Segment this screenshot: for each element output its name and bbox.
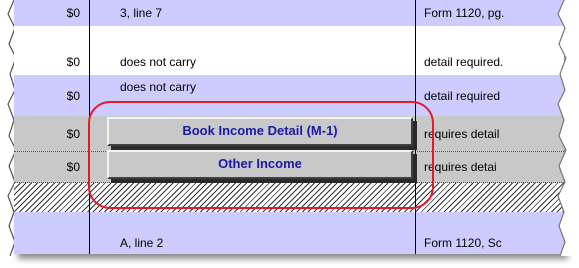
reference-cell: requires detail [424,127,500,141]
callout-highlight [88,101,434,209]
reference-cell: detail required. [424,55,504,69]
reference-cell: detail required [424,89,501,103]
row-spacer [14,26,564,49]
description-cell: A, line 2 [120,236,164,250]
description-cell: does not carry [120,55,197,69]
table-row[interactable]: $0 does not carry detail required. [14,49,564,75]
description-cell: does not carry [120,80,197,94]
amount-cell: $0 [66,89,80,103]
torn-edge-right [557,0,579,256]
reference-cell: Form 1120, Sc [424,236,502,250]
amount-cell: $0 [66,6,80,20]
amount-cell: $0 [66,160,80,174]
amount-cell: $0 [66,55,80,69]
table-row[interactable]: A, line 2 Form 1120, Sc [14,212,564,254]
amount-cell: $0 [66,127,80,141]
reference-cell: requires detai [424,160,497,174]
table-row[interactable]: $0 3, line 7 Form 1120, pg. [14,0,564,26]
reference-cell: Form 1120, pg. [424,6,505,20]
description-cell: 3, line 7 [120,6,163,20]
